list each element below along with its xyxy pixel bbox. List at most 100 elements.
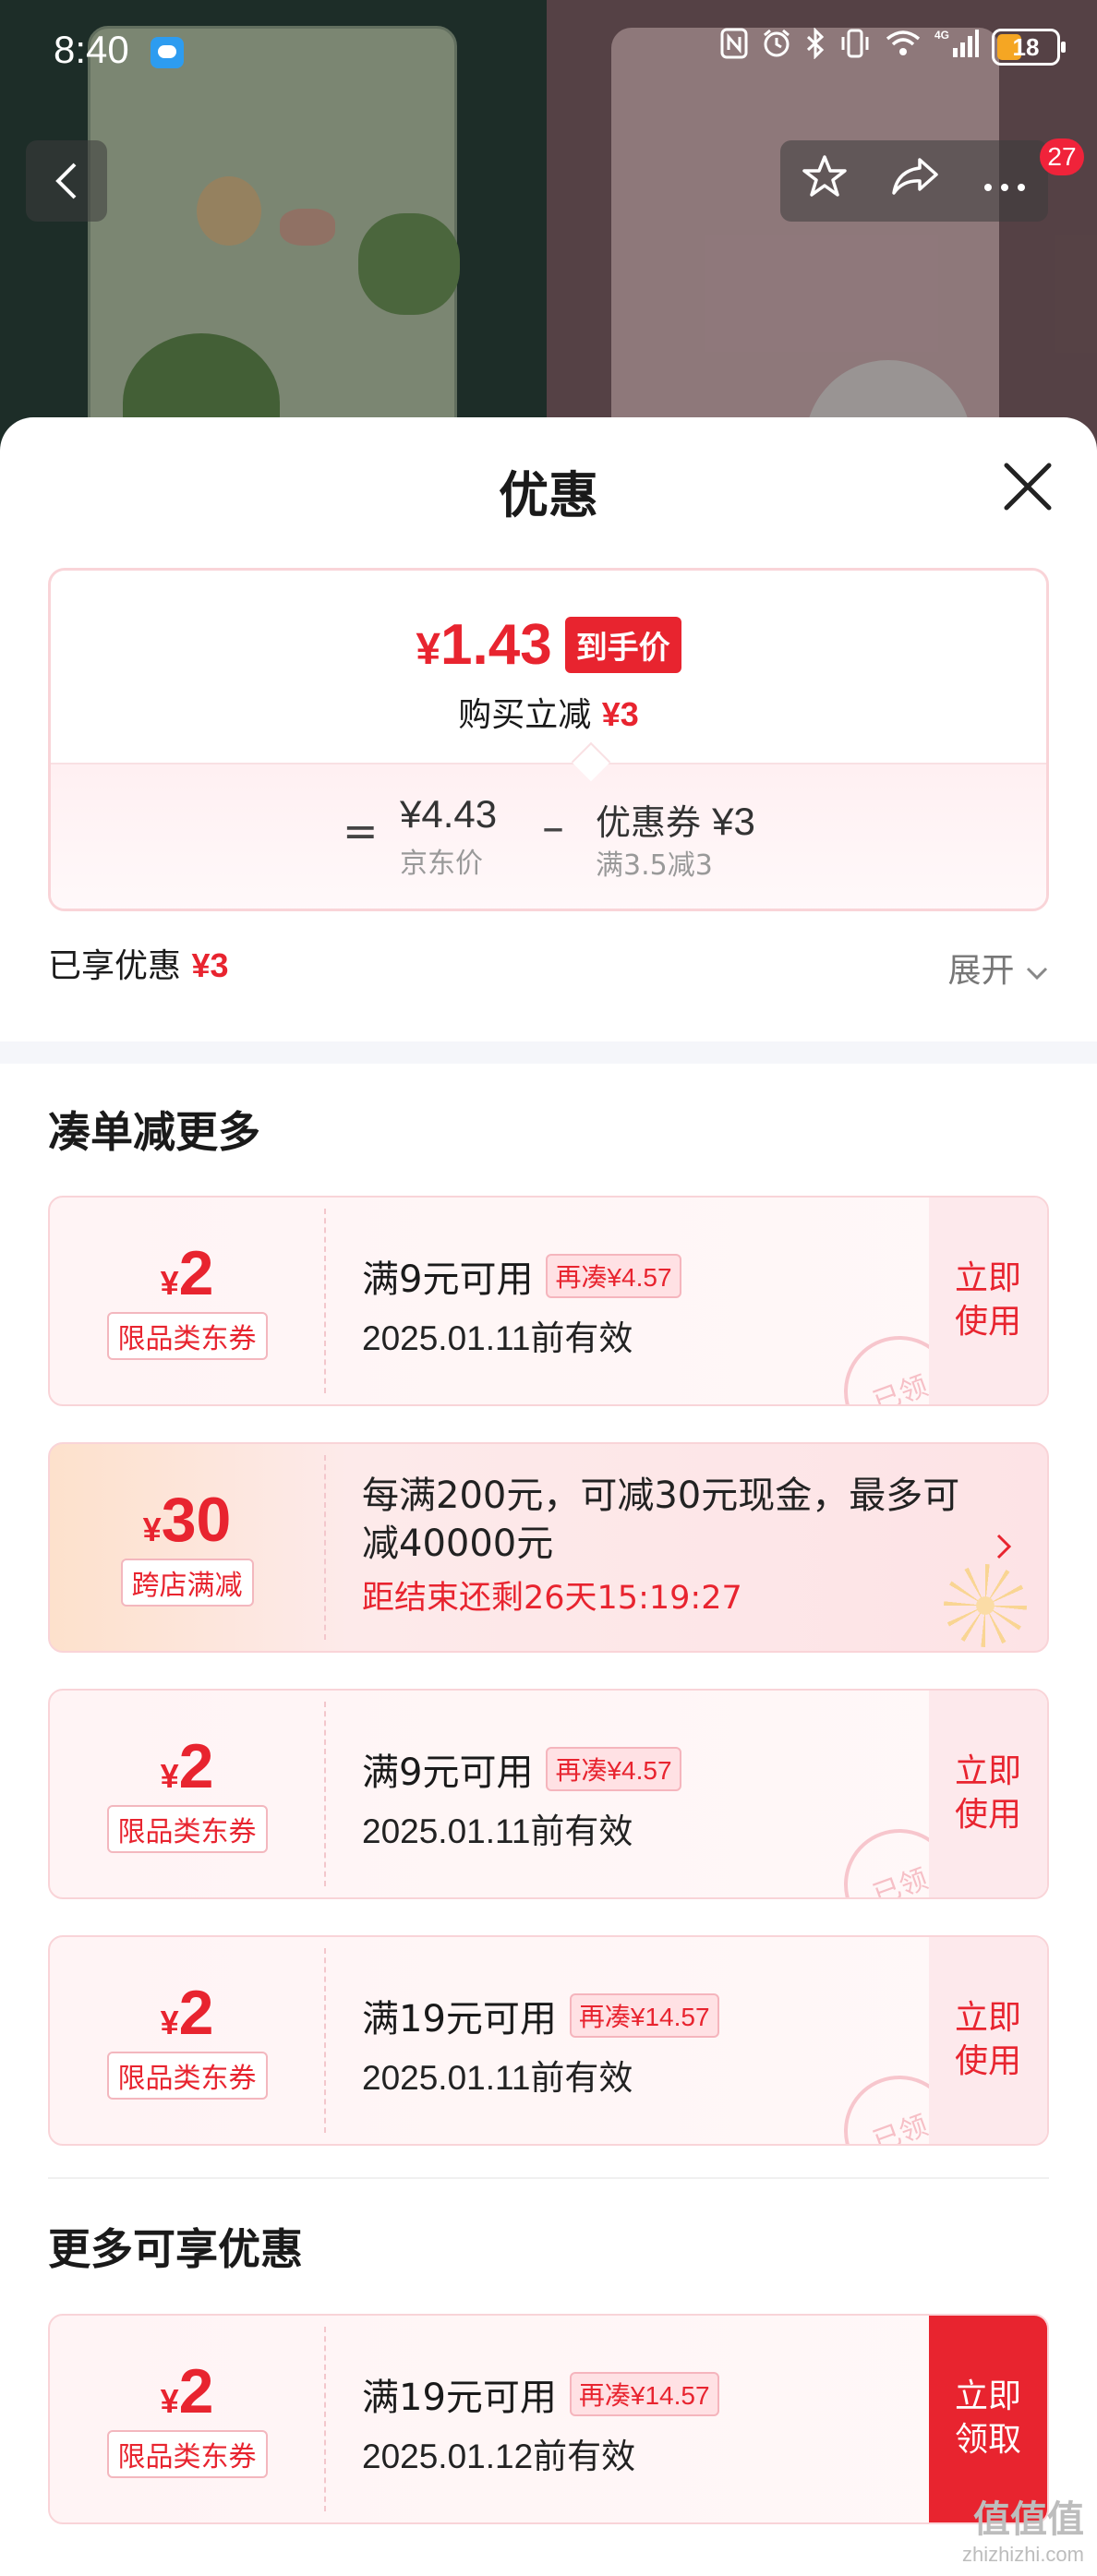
enjoyed-discount: 已享优惠 ¥3 (48, 939, 229, 987)
coupon-amount-value: 2 (178, 1731, 214, 1801)
alarm-icon (761, 28, 792, 66)
coupon-card: ¥2 限品类东券 满9元可用 再凑¥4.57 2025.01.11前有效 已领 立… (48, 1196, 1049, 1406)
coupon-deduction-amount: ¥3 (712, 800, 755, 843)
nfc-icon (720, 28, 748, 66)
coupon-value: ¥2 限品类东券 (50, 2316, 324, 2522)
coupon-shortfall-pill: 再凑¥14.57 (569, 1993, 719, 2038)
coupon-separator (324, 1948, 326, 2133)
watermark-logo: 值值值 (973, 2498, 1084, 2541)
enjoyed-discount-amount: ¥3 (191, 946, 229, 984)
coupon-separator (324, 1455, 326, 1640)
coupon-separator (324, 2327, 326, 2511)
expand-label: 展开 (947, 952, 1015, 990)
coupon-shortfall-pill: 再凑¥4.57 (546, 1254, 681, 1298)
coupon-details: 满9元可用 再凑¥4.57 2025.01.11前有效 (362, 1742, 681, 1853)
currency-symbol: ¥ (142, 1511, 162, 1548)
site-watermark: 值值值 zhizhizhi.com (962, 2489, 1084, 2567)
use-now-button[interactable]: 立即使用 (929, 1198, 1047, 1404)
coupon-details: 满19元可用 再凑¥14.57 2025.01.11前有效 (362, 1989, 719, 2100)
final-price-row: ¥1.43 到手价 (51, 612, 1046, 678)
coupon-amount: ¥2 (161, 2360, 214, 2423)
price-summary-card: ¥1.43 到手价 购买立减 ¥3 = ¥4.43 京东价 – 优惠券 ¥3 满… (48, 568, 1049, 911)
bluetooth-icon (805, 27, 826, 66)
section-divider-line (48, 2177, 1049, 2179)
currency-symbol: ¥ (160, 2004, 179, 2041)
back-button[interactable] (26, 140, 107, 222)
vibrate-icon (838, 28, 872, 66)
countdown-timer: 距结束还剩26天15:19:27 (362, 1580, 742, 1617)
jd-price-label: 京东价 (400, 848, 483, 880)
message-notification-icon (151, 37, 184, 68)
coupon-category: 限品类东券 (106, 1312, 268, 1360)
cellular-signal-icon: 4G (934, 28, 979, 66)
coupon-amount-value: 2 (178, 1978, 214, 2048)
coupon-card: ¥2 限品类东券 满19元可用 再凑¥14.57 2025.01.12前有效 立即… (48, 2314, 1049, 2524)
minus-sign: – (542, 801, 564, 853)
cross-store-description: 每满200元，可减30元现金，最多可减40000元 (362, 1475, 960, 1565)
coupon-value: ¥30 跨店满减 (50, 1444, 324, 1651)
coupon-validity: 2025.01.12前有效 (362, 2438, 636, 2475)
coupon-deduction-label: 优惠券 (596, 802, 702, 843)
header-action-group (780, 140, 1048, 222)
favorite-star-icon[interactable] (802, 154, 848, 208)
share-icon[interactable] (890, 156, 940, 206)
currency-symbol: ¥ (160, 1264, 179, 1302)
close-icon (1004, 463, 1052, 511)
coupon-amount: ¥2 (161, 1735, 214, 1798)
purchase-discount-label: 购买立减 (458, 696, 592, 734)
status-icons: 4G 18 (720, 27, 1066, 66)
coupon-condition: 满9元可用 (362, 1751, 534, 1794)
coupon-amount: ¥30 (143, 1488, 232, 1551)
coupon-amount-value: 2 (178, 2356, 214, 2426)
coupon-shortfall-pill: 再凑¥14.57 (569, 2372, 719, 2416)
battery-level: 18 (1012, 32, 1040, 61)
status-bar: 8:40 4G 18 (0, 0, 1097, 111)
purchase-discount-row: 购买立减 ¥3 (51, 688, 1046, 736)
wifi-icon (885, 29, 922, 66)
coupon-condition: 满19元可用 (362, 1998, 557, 2040)
status-time: 8:40 (54, 28, 129, 71)
coupon-separator (324, 1209, 326, 1393)
coupon-condition: 满19元可用 (362, 2377, 557, 2419)
coupon-category: 限品类东券 (106, 2430, 268, 2478)
coupon-card: ¥2 限品类东券 满19元可用 再凑¥14.57 2025.01.11前有效 已领… (48, 1935, 1049, 2146)
section-title-more: 更多可享优惠 (48, 2224, 303, 2274)
more-options-icon[interactable] (982, 160, 1027, 202)
currency-symbol: ¥ (160, 1757, 179, 1795)
chevron-down-icon (1026, 967, 1048, 981)
currency-symbol: ¥ (416, 625, 441, 674)
expand-button[interactable]: 展开 (948, 944, 1049, 992)
coupon-category: 限品类东券 (106, 1805, 268, 1853)
coupon-validity: 2025.01.11前有效 (362, 2059, 633, 2097)
coupon-details: 满19元可用 再凑¥14.57 2025.01.12前有效 (362, 2367, 719, 2478)
close-button[interactable] (995, 454, 1060, 519)
section-divider (0, 1041, 1097, 1064)
message-count-badge: 27 (1040, 138, 1084, 175)
cross-store-discount-card[interactable]: ¥30 跨店满减 每满200元，可减30元现金，最多可减40000元 距结束还剩… (48, 1442, 1049, 1653)
use-now-button[interactable]: 立即使用 (929, 1937, 1047, 2144)
coupon-amount-value: 2 (178, 1238, 214, 1308)
jd-price: ¥4.43 (400, 792, 498, 836)
coupon-value: ¥2 限品类东券 (50, 1198, 324, 1404)
coupon-validity: 2025.01.11前有效 (362, 1812, 633, 1850)
equals-sign: = (343, 806, 379, 856)
battery-icon: 18 (992, 29, 1066, 66)
coupon-value: ¥2 限品类东券 (50, 1937, 324, 2144)
final-price-tag: 到手价 (564, 617, 681, 673)
coupon-condition: 满9元可用 (362, 1258, 534, 1301)
coupon-category: 限品类东券 (106, 2052, 268, 2100)
coupon-category: 跨店满减 (120, 1559, 254, 1607)
use-now-button[interactable]: 立即使用 (929, 1691, 1047, 1897)
coupon-card: ¥2 限品类东券 满9元可用 再凑¥4.57 2025.01.11前有效 已领 立… (48, 1689, 1049, 1899)
svg-text:4G: 4G (934, 29, 949, 42)
coupon-value: ¥2 限品类东券 (50, 1691, 324, 1897)
final-price-value: 1.43 (440, 613, 552, 677)
purchase-discount-amount: ¥3 (601, 695, 639, 733)
coupon-condition: 满3.5减3 (596, 849, 713, 882)
chevron-left-icon (55, 163, 77, 199)
coupon-separator (324, 1702, 326, 1886)
coupon-amount: ¥2 (161, 1981, 214, 2044)
coupon-deduction: 优惠券 ¥3 (596, 794, 755, 845)
coupon-details: 满9元可用 再凑¥4.57 2025.01.11前有效 (362, 1249, 681, 1360)
chevron-right-icon (995, 1527, 1012, 1570)
